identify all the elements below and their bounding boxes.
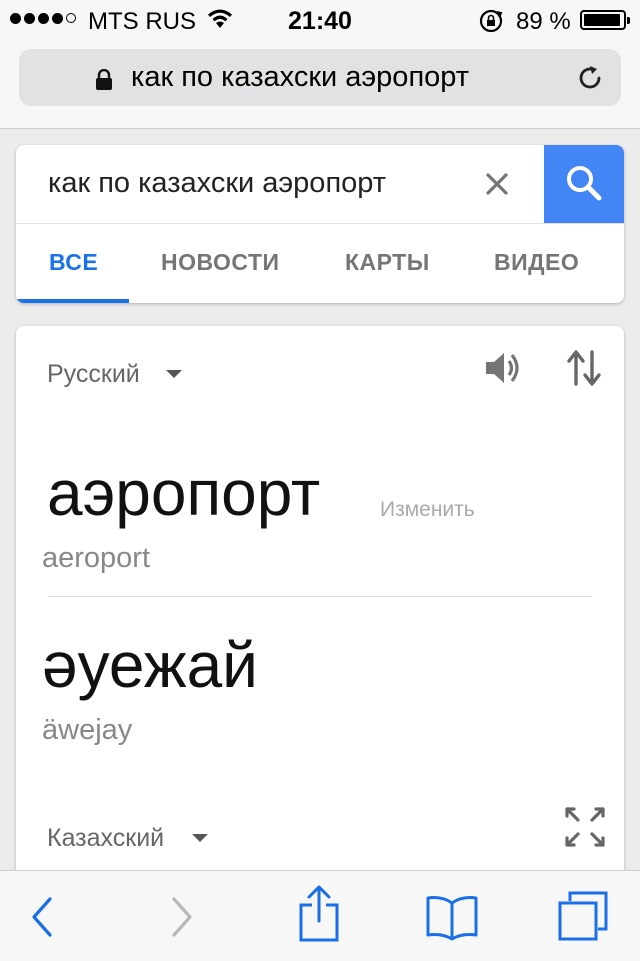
edit-link[interactable]: Изменить	[380, 498, 475, 522]
search-input[interactable]: как по казахски аэропорт	[48, 167, 386, 200]
search-icon	[567, 166, 602, 201]
lock-icon	[95, 68, 113, 96]
search-button[interactable]	[544, 145, 624, 223]
book-icon[interactable]	[424, 893, 480, 946]
expand-icon[interactable]	[564, 806, 606, 853]
source-transliteration: aeroport	[42, 542, 151, 574]
browser-toolbar	[0, 870, 640, 961]
target-language-label: Казахский	[47, 824, 165, 852]
divider	[48, 596, 592, 597]
rotation-lock-icon	[478, 8, 504, 39]
chevron-down-icon	[166, 370, 182, 378]
chevron-right-icon[interactable]	[166, 895, 196, 944]
chevron-down-icon	[192, 834, 208, 842]
address-bar[interactable]: как по казахски аэропорт	[19, 49, 621, 106]
active-tab-indicator	[16, 299, 129, 303]
source-word: аэропорт	[47, 457, 321, 529]
battery-percent: 89 %	[516, 8, 571, 35]
battery-icon	[580, 10, 630, 30]
status-bar: MTS RUS 21:40 89 %	[0, 0, 640, 40]
tab-all[interactable]: ВСЕ	[49, 249, 98, 276]
source-language-label: Русский	[47, 360, 140, 388]
speaker-icon[interactable]	[482, 346, 526, 395]
tab-video[interactable]: ВИДЕО	[494, 249, 579, 276]
share-icon[interactable]	[296, 885, 342, 948]
target-transliteration: äwejay	[42, 714, 133, 746]
tab-news[interactable]: НОВОСТИ	[161, 249, 280, 276]
search-card: как по казахски аэропорт ВСЕ НОВОСТИ КАР…	[16, 145, 624, 303]
target-word: әуежай	[42, 629, 258, 701]
browser-address-area: как по казахски аэропорт	[0, 40, 640, 129]
translate-card: Русский аэропорт Изменить aeroport әуежа…	[16, 326, 624, 886]
tab-maps[interactable]: КАРТЫ	[345, 249, 430, 276]
swap-icon[interactable]	[566, 346, 602, 395]
tabs-icon[interactable]	[556, 889, 610, 948]
divider	[16, 223, 624, 224]
chevron-left-icon[interactable]	[28, 895, 58, 944]
close-icon[interactable]	[482, 169, 512, 204]
reload-icon[interactable]	[575, 63, 605, 98]
address-text: как по казахски аэропорт	[131, 61, 470, 93]
